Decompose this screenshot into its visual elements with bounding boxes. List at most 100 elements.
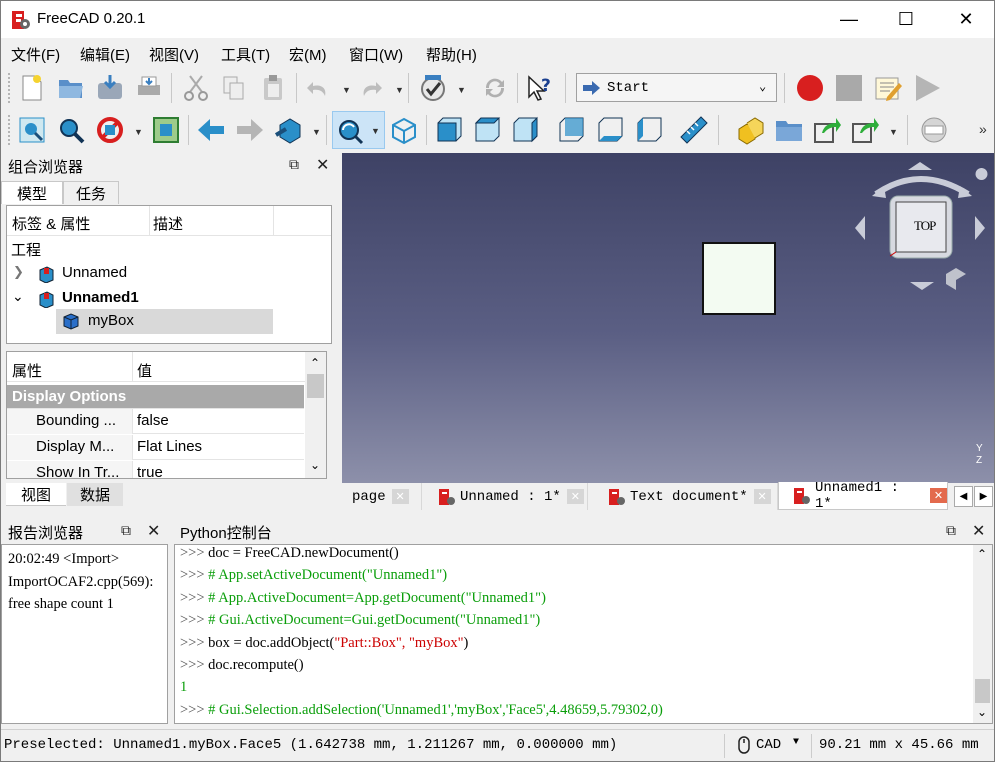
doc-tab-unnamed[interactable]: Unnamed : 1* ✕: [428, 483, 588, 510]
view-right-icon[interactable]: [511, 115, 541, 145]
close-tab-icon[interactable]: ✕: [930, 488, 947, 503]
nav-style-dropdown-icon[interactable]: ▼: [793, 737, 799, 748]
view-cube-wireframe-icon[interactable]: [389, 115, 419, 145]
rotate-arrow-icon[interactable]: [874, 176, 970, 197]
tab-tasks[interactable]: 任务: [63, 181, 119, 204]
close-button[interactable]: ✕: [940, 1, 992, 38]
tab-scroll-left-icon[interactable]: ◀: [954, 486, 973, 507]
menu-windows[interactable]: 窗口(W): [349, 44, 403, 65]
report-view[interactable]: 20:02:49 <Import> ImportOCAF2.cpp(569): …: [1, 544, 168, 724]
chevron-down-icon[interactable]: ⌄: [12, 288, 24, 305]
property-value[interactable]: true: [137, 464, 163, 478]
scroll-down-icon[interactable]: ⌄: [310, 458, 320, 472]
undo-dropdown-icon[interactable]: ▼: [342, 85, 351, 95]
workbench-selector[interactable]: Start ⌄: [576, 73, 777, 102]
property-row[interactable]: Display M... Flat Lines: [7, 435, 304, 460]
undo-icon[interactable]: [303, 73, 333, 103]
create-group-icon[interactable]: [774, 115, 804, 145]
doc-tab-unnamed1[interactable]: Unnamed1 : 1* ✕: [778, 480, 948, 512]
panel-close-icon[interactable]: ✕: [147, 521, 160, 541]
create-part-icon[interactable]: [735, 115, 765, 145]
tree-item-unnamed[interactable]: ❯ Unnamed: [7, 262, 331, 287]
view-isometric-button[interactable]: ▼: [332, 111, 385, 149]
undock-icon[interactable]: ⧉: [946, 522, 956, 539]
std-views-icon[interactable]: [274, 115, 304, 145]
nav-right-arrow-icon[interactable]: [975, 216, 985, 240]
tab-scroll-right-icon[interactable]: ▶: [974, 486, 993, 507]
toolbar-overflow-icon[interactable]: »: [979, 121, 987, 137]
view-rear-icon[interactable]: [557, 115, 587, 145]
link-actions-dropdown-icon[interactable]: ▼: [889, 127, 898, 137]
view-top-icon[interactable]: [473, 115, 503, 145]
property-row[interactable]: Show In Tr... true: [7, 461, 304, 478]
scrollbar-thumb[interactable]: [307, 374, 324, 398]
doc-tab-text-document[interactable]: Text document* ✕: [598, 483, 778, 510]
scrollbar-thumb[interactable]: [975, 679, 990, 703]
navigation-style[interactable]: CAD: [756, 737, 781, 753]
fit-all-icon[interactable]: [17, 115, 47, 145]
panel-close-icon[interactable]: ✕: [316, 155, 329, 175]
link-actions-icon[interactable]: [850, 115, 880, 145]
3d-viewport[interactable]: TOP Y Z: [342, 153, 994, 483]
open-folder-icon[interactable]: [56, 73, 86, 103]
menu-file[interactable]: 文件(F): [11, 44, 60, 65]
maximize-button[interactable]: ☐: [880, 1, 932, 38]
property-header-name[interactable]: 属性: [12, 360, 42, 381]
cut-icon[interactable]: [181, 73, 211, 103]
macro-record-icon[interactable]: [795, 73, 825, 103]
property-scrollbar[interactable]: ⌃ ⌄: [305, 352, 326, 478]
console-scrollbar[interactable]: ⌃ ⌄: [973, 545, 992, 723]
view-left-icon[interactable]: [635, 115, 665, 145]
bounding-box-icon[interactable]: [151, 115, 181, 145]
tab-data[interactable]: 数据: [67, 483, 123, 506]
close-tab-icon[interactable]: ✕: [566, 489, 584, 504]
create-link-icon[interactable]: [812, 115, 842, 145]
macro-edit-icon[interactable]: [873, 73, 903, 103]
menu-macro[interactable]: 宏(M): [289, 44, 327, 65]
tree-header-description[interactable]: 描述: [153, 213, 183, 234]
close-tab-icon[interactable]: ✕: [753, 489, 771, 504]
undock-icon[interactable]: ⧉: [289, 156, 299, 173]
model-tree[interactable]: 标签 & 属性 描述 工程 ❯ Unnamed ⌄ Unnamed1 myBox: [6, 205, 332, 344]
tree-item-mybox[interactable]: myBox: [56, 309, 273, 334]
view-front-icon[interactable]: [435, 115, 465, 145]
macro-stop-icon[interactable]: [834, 73, 864, 103]
python-console[interactable]: >>> doc = FreeCAD.newDocument() >>> # App…: [174, 544, 993, 724]
sketch-view-icon[interactable]: [919, 115, 949, 145]
print-icon[interactable]: [134, 73, 164, 103]
view-back-icon[interactable]: [196, 115, 226, 145]
paste-icon[interactable]: [258, 73, 288, 103]
menu-help[interactable]: 帮助(H): [426, 44, 477, 65]
nav-down-arrow-icon[interactable]: [910, 282, 934, 290]
property-value[interactable]: Flat Lines: [137, 438, 202, 455]
refresh-check-icon[interactable]: [418, 73, 448, 103]
recompute-icon[interactable]: [480, 73, 510, 103]
std-views-dropdown-icon[interactable]: ▼: [312, 127, 321, 137]
property-row[interactable]: Bounding ... false: [7, 409, 304, 434]
tree-root-application[interactable]: 工程: [11, 239, 41, 260]
scroll-down-icon[interactable]: ⌄: [977, 705, 987, 720]
copy-icon[interactable]: [219, 73, 249, 103]
fit-selection-icon[interactable]: [56, 115, 86, 145]
nav-up-arrow-icon[interactable]: [908, 162, 932, 170]
tree-header-label[interactable]: 标签 & 属性: [12, 213, 90, 234]
refresh-dropdown-icon[interactable]: ▼: [457, 85, 466, 95]
panel-close-icon[interactable]: ✕: [972, 521, 985, 541]
view-bottom-icon[interactable]: [596, 115, 626, 145]
save-icon[interactable]: [95, 73, 125, 103]
mybox-face[interactable]: [702, 242, 776, 315]
property-group[interactable]: Display Options: [7, 385, 304, 409]
doc-tab-page[interactable]: page ✕: [342, 483, 422, 510]
new-document-icon[interactable]: [17, 73, 47, 103]
nav-left-arrow-icon[interactable]: [855, 216, 865, 240]
draw-style-dropdown-icon[interactable]: ▼: [134, 127, 143, 137]
whats-this-icon[interactable]: ?: [525, 73, 555, 103]
redo-icon[interactable]: [356, 73, 386, 103]
toolbar-grip[interactable]: [8, 115, 12, 145]
menu-view[interactable]: 视图(V): [149, 44, 199, 65]
nav-cube-mini-icon[interactable]: [946, 268, 966, 290]
measure-distance-icon[interactable]: [679, 115, 709, 145]
undock-icon[interactable]: ⧉: [121, 522, 131, 539]
chevron-right-icon[interactable]: ❯: [13, 264, 24, 280]
draw-style-icon[interactable]: [95, 115, 125, 145]
